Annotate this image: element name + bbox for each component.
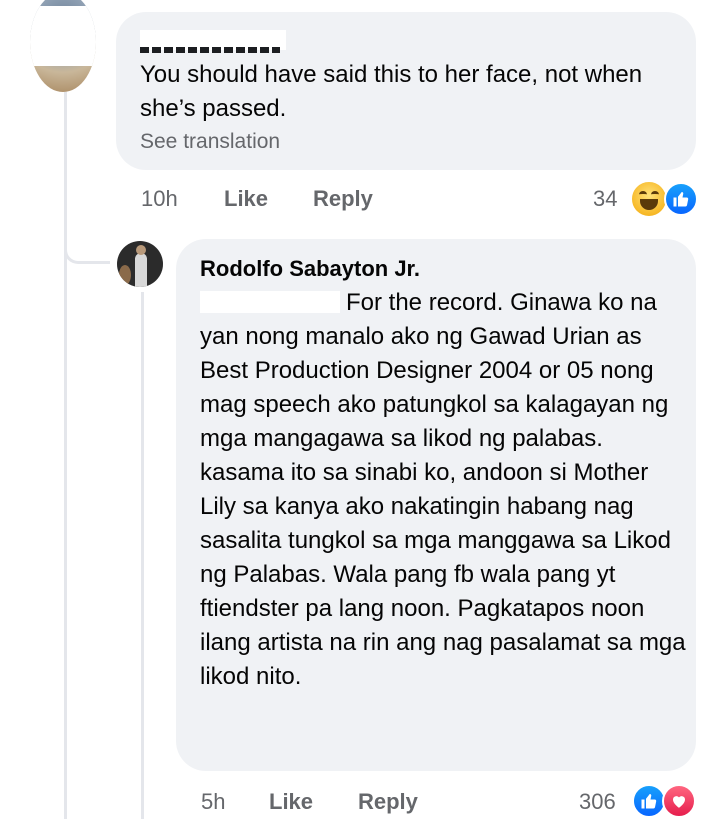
avatar[interactable]	[30, 0, 96, 92]
reaction-count[interactable]: 34	[593, 186, 617, 212]
love-icon	[662, 784, 696, 818]
like-button[interactable]: Like	[269, 789, 313, 815]
reply-button[interactable]: Reply	[358, 789, 418, 815]
mention-redacted	[200, 291, 340, 313]
author-name-redacted	[140, 30, 286, 53]
reply-thread-line	[141, 292, 144, 819]
avatar[interactable]	[117, 241, 163, 287]
thread-line	[64, 92, 67, 819]
haha-icon	[630, 180, 668, 218]
comment-time[interactable]: 10h	[141, 186, 178, 212]
like-button[interactable]: Like	[224, 186, 268, 212]
see-translation-link[interactable]: See translation	[140, 130, 280, 154]
comment-text: You should have said this to her face, n…	[140, 61, 643, 122]
like-icon	[632, 784, 666, 818]
comment-text: For the record. Ginawa ko na yan nong ma…	[200, 289, 686, 690]
author-name[interactable]: Rodolfo Sabayton Jr.	[200, 256, 420, 282]
reply-button[interactable]: Reply	[313, 186, 373, 212]
reply-connector	[64, 230, 110, 264]
reaction-count[interactable]: 306	[579, 789, 616, 815]
like-icon	[664, 182, 698, 216]
comment-time[interactable]: 5h	[201, 789, 225, 815]
